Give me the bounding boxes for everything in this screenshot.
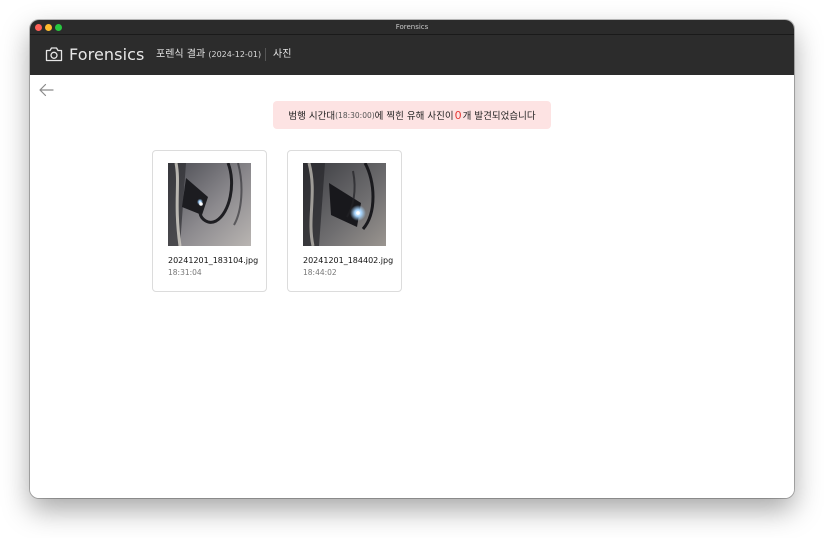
photo-thumbnail[interactable]	[168, 163, 251, 246]
breadcrumb-photos[interactable]: 사진	[273, 48, 291, 62]
photo-timestamp: 18:31:04	[168, 268, 202, 277]
main-content: 범행 시간대(18:30:00)에 찍힌 유해 사진이 0개 발견되었습니다	[30, 75, 794, 498]
alert-time: (18:30:00)	[335, 110, 375, 120]
photo-image-2	[303, 163, 386, 246]
result-alert-banner: 범행 시간대 (18:30:00) 에 찍힌 유해 사진이 0개 발견되었습니다	[273, 101, 551, 129]
title-bar: Forensics	[30, 20, 794, 35]
breadcrumb-divider	[265, 48, 266, 61]
app-window: Forensics Forensics 포렌식 결과 (2024-12-01) …	[30, 20, 794, 498]
photo-card[interactable]: 20241201_184402.jpg 18:44:02	[287, 150, 402, 292]
photo-filename: 20241201_183104.jpg	[168, 256, 259, 265]
app-brand[interactable]: Forensics	[69, 45, 144, 65]
alert-count: 0	[454, 108, 462, 122]
photo-thumbnail[interactable]	[303, 163, 386, 246]
breadcrumb-date: (2024-12-01)	[208, 50, 262, 59]
breadcrumb-forensic-result[interactable]: 포렌식 결과 (2024-12-01)	[156, 48, 261, 62]
alert-suffix: 개 발견되었습니다	[462, 111, 536, 122]
photo-filename: 20241201_184402.jpg	[303, 256, 394, 265]
camera-icon	[45, 47, 63, 62]
alert-middle: 에 찍힌 유해 사진이	[374, 111, 454, 122]
photo-image-1	[168, 163, 251, 246]
back-arrow-icon[interactable]	[38, 82, 54, 98]
alert-prefix: 범행 시간대	[288, 111, 336, 122]
photo-card[interactable]: 20241201_183104.jpg 18:31:04	[152, 150, 267, 292]
photo-timestamp: 18:44:02	[303, 268, 337, 277]
breadcrumb-result-label: 포렌식 결과	[156, 49, 206, 60]
app-header: Forensics 포렌식 결과 (2024-12-01) 사진	[30, 35, 794, 75]
window-title: Forensics	[395, 23, 429, 31]
